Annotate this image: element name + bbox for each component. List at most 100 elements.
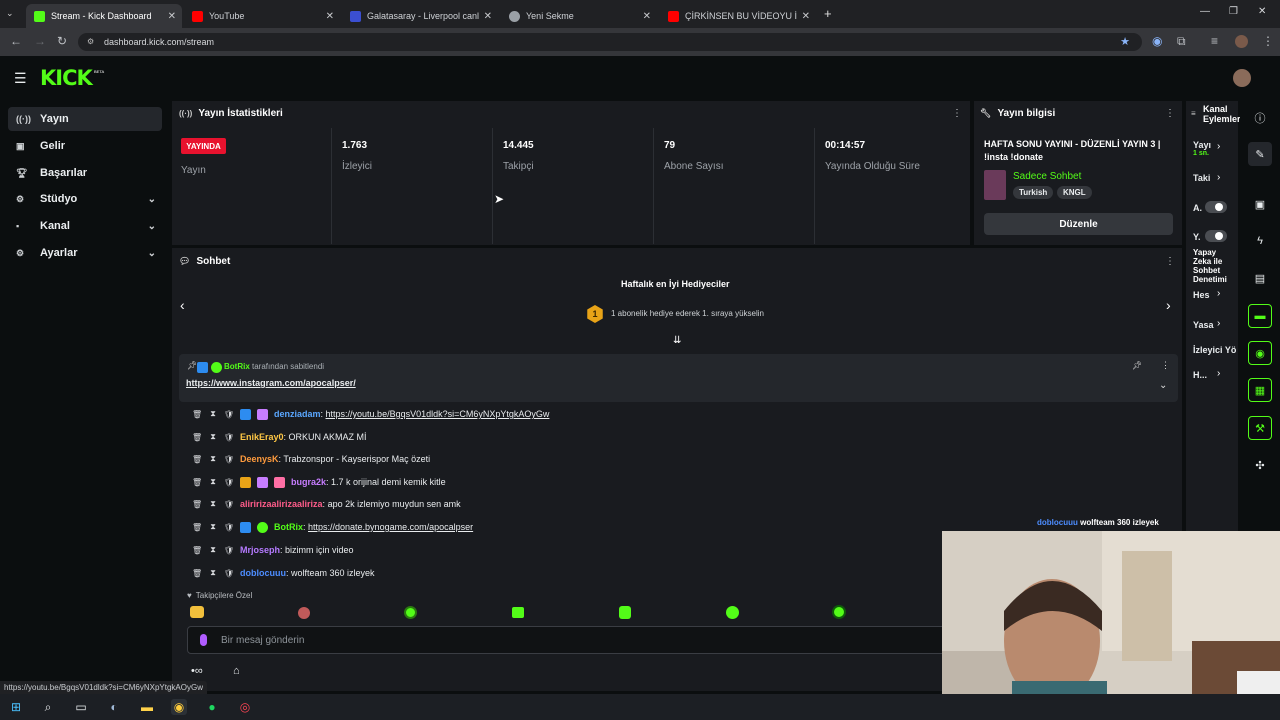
points-icon[interactable]: •∞ bbox=[191, 665, 203, 677]
trash-icon[interactable]: 🗑︎ bbox=[192, 546, 202, 555]
layout-icon[interactable]: ▦ bbox=[1248, 378, 1272, 402]
chat-username[interactable]: bugra2k bbox=[291, 477, 326, 487]
chat-link[interactable]: https://youtu.be/BgqsV01dldk?si=CM6yNXpY… bbox=[326, 409, 550, 419]
action-item[interactable]: Taki bbox=[1193, 173, 1210, 183]
shield-icon[interactable]: 🛡︎ bbox=[224, 523, 234, 532]
toggle-switch[interactable] bbox=[1205, 230, 1227, 242]
emote-icon[interactable] bbox=[404, 606, 417, 619]
chevron-right-icon[interactable]: › bbox=[1166, 297, 1171, 313]
lightning-icon[interactable]: ϟ bbox=[1248, 229, 1272, 253]
trash-icon[interactable]: 🗑︎ bbox=[192, 569, 202, 578]
extension-icon[interactable]: ◉ bbox=[1152, 34, 1162, 48]
shield-icon[interactable]: 🛡︎ bbox=[224, 410, 234, 419]
close-icon[interactable]: ✕ bbox=[802, 11, 810, 22]
shield-icon[interactable]: 🛡︎ bbox=[224, 546, 234, 555]
user-avatar[interactable] bbox=[1233, 69, 1251, 87]
more-options-icon[interactable]: ⋮ bbox=[1165, 256, 1175, 267]
shield-icon[interactable]: 🛡︎ bbox=[224, 433, 234, 442]
task-view-icon[interactable]: ▭ bbox=[73, 699, 89, 715]
wrench-icon[interactable]: ⚒ bbox=[1248, 416, 1272, 440]
chevron-right-icon[interactable]: › bbox=[1217, 172, 1220, 183]
tab-search-icon[interactable]: ⌄ bbox=[6, 8, 14, 19]
emote-icon[interactable] bbox=[298, 607, 310, 619]
close-icon[interactable]: ✕ bbox=[168, 11, 176, 22]
timeout-icon[interactable]: ⧗ bbox=[208, 477, 218, 487]
chrome-icon[interactable]: ◉ bbox=[171, 699, 187, 715]
sidebar-item-gelir[interactable]: ▣ Gelir bbox=[8, 134, 162, 158]
reading-list-icon[interactable]: ≡ bbox=[1211, 34, 1218, 48]
action-item[interactable]: H... bbox=[1193, 370, 1207, 380]
tab-galatasaray[interactable]: Galatasaray - Liverpool canlı sk ✕ bbox=[342, 4, 498, 28]
kick-logo[interactable]: KICK bbox=[40, 66, 93, 90]
restore-icon[interactable]: ❐ bbox=[1229, 6, 1238, 17]
chevron-right-icon[interactable]: › bbox=[1217, 288, 1220, 299]
chevron-left-icon[interactable]: ‹ bbox=[180, 297, 185, 313]
chevron-down-icon[interactable]: ⌄ bbox=[1159, 380, 1167, 391]
shield-icon[interactable]: 🛡︎ bbox=[224, 500, 234, 509]
tag-chip[interactable]: KNGL bbox=[1057, 186, 1092, 199]
extensions-puzzle-icon[interactable]: ⧉ bbox=[1177, 34, 1186, 49]
tag-chip[interactable]: Turkish bbox=[1013, 186, 1054, 199]
trash-icon[interactable]: 🗑︎ bbox=[192, 410, 202, 419]
forward-icon[interactable]: → bbox=[34, 34, 46, 48]
chat-username[interactable]: doblocuuu bbox=[240, 568, 286, 578]
sidebar-item-yayin[interactable]: ((·)) Yayın bbox=[8, 107, 162, 131]
trash-icon[interactable]: 🗑︎ bbox=[192, 523, 202, 532]
unpin-icon[interactable]: 📌︎ bbox=[1132, 361, 1142, 370]
chevron-right-icon[interactable]: › bbox=[1217, 141, 1220, 152]
new-tab-icon[interactable]: + bbox=[824, 6, 832, 21]
sidebar-item-ayarlar[interactable]: ⚙ Ayarlar ⌄ bbox=[8, 241, 162, 265]
close-window-icon[interactable]: ✕ bbox=[1258, 6, 1266, 17]
browser-menu-icon[interactable]: ⋮ bbox=[1262, 34, 1274, 48]
emote-icon[interactable] bbox=[726, 606, 739, 619]
steam-icon[interactable]: ◐ bbox=[106, 699, 122, 715]
store-icon[interactable]: ⌂ bbox=[233, 665, 240, 677]
add-widget-icon[interactable]: ✣ bbox=[1248, 453, 1272, 477]
camera-icon[interactable]: ▣ bbox=[1248, 192, 1272, 216]
microphone-icon[interactable] bbox=[200, 634, 207, 646]
more-options-icon[interactable]: ⋮ bbox=[1161, 360, 1170, 371]
profile-avatar[interactable] bbox=[1235, 35, 1248, 48]
category-thumbnail[interactable] bbox=[984, 170, 1006, 200]
timeout-icon[interactable]: ⧗ bbox=[208, 568, 218, 578]
more-options-icon[interactable]: ⋮ bbox=[952, 108, 962, 119]
close-icon[interactable]: ✕ bbox=[484, 11, 492, 22]
close-icon[interactable]: ✕ bbox=[326, 11, 334, 22]
toggle-switch[interactable] bbox=[1205, 201, 1227, 213]
chevron-right-icon[interactable]: › bbox=[1217, 318, 1220, 329]
action-item[interactable]: Hes bbox=[1193, 290, 1210, 300]
pinned-by-user[interactable]: BotRix bbox=[224, 362, 250, 371]
file-explorer-icon[interactable]: ▬ bbox=[139, 699, 155, 715]
tab-new[interactable]: Yeni Sekme ✕ bbox=[501, 4, 657, 28]
url-input[interactable]: ⚙ dashboard.kick.com/stream ★ bbox=[78, 33, 1142, 51]
timeout-icon[interactable]: ⧗ bbox=[208, 409, 218, 419]
broadcast-icon[interactable]: ◉ bbox=[1248, 341, 1272, 365]
chat-username[interactable]: aliririzaalirizaaliriza bbox=[240, 499, 323, 509]
hamburger-menu-icon[interactable]: ☰ bbox=[14, 70, 27, 87]
windows-start-icon[interactable]: ⊞ bbox=[8, 699, 24, 715]
app-icon[interactable]: ◎ bbox=[237, 699, 253, 715]
chat-bubble-icon[interactable]: ▬ bbox=[1248, 304, 1272, 328]
sidebar-item-studyo[interactable]: ⚙ Stüdyo ⌄ bbox=[8, 187, 162, 211]
chat-link[interactable]: https://donate.bynogame.com/apocalpser bbox=[308, 522, 473, 532]
shield-icon[interactable]: 🛡︎ bbox=[224, 569, 234, 578]
more-options-icon[interactable]: ⋮ bbox=[1165, 108, 1175, 119]
category-link[interactable]: Sadece Sohbet bbox=[1013, 171, 1081, 182]
chat-message-input[interactable]: Bir mesaj gönderin bbox=[187, 626, 947, 654]
chat-username[interactable]: Mrjoseph bbox=[240, 545, 280, 555]
sidebar-item-kanal[interactable]: ▪ Kanal ⌄ bbox=[8, 214, 162, 238]
close-icon[interactable]: ✕ bbox=[643, 11, 651, 22]
shield-icon[interactable]: 🛡︎ bbox=[224, 478, 234, 487]
tab-youtube[interactable]: YouTube ✕ bbox=[184, 4, 340, 28]
emote-icon[interactable] bbox=[832, 605, 846, 619]
chevron-right-icon[interactable]: › bbox=[1217, 368, 1220, 379]
document-icon[interactable]: ▤ bbox=[1248, 266, 1272, 290]
trash-icon[interactable]: 🗑︎ bbox=[192, 455, 202, 464]
shield-icon[interactable]: 🛡︎ bbox=[224, 455, 234, 464]
scroll-down-icon[interactable]: ⇊ bbox=[673, 335, 681, 346]
chat-username[interactable]: BotRix bbox=[274, 522, 303, 532]
emote-icon[interactable] bbox=[190, 606, 204, 618]
info-icon[interactable]: ⓘ bbox=[1248, 106, 1272, 130]
reload-icon[interactable]: ↻ bbox=[57, 34, 67, 48]
trash-icon[interactable]: 🗑︎ bbox=[192, 433, 202, 442]
